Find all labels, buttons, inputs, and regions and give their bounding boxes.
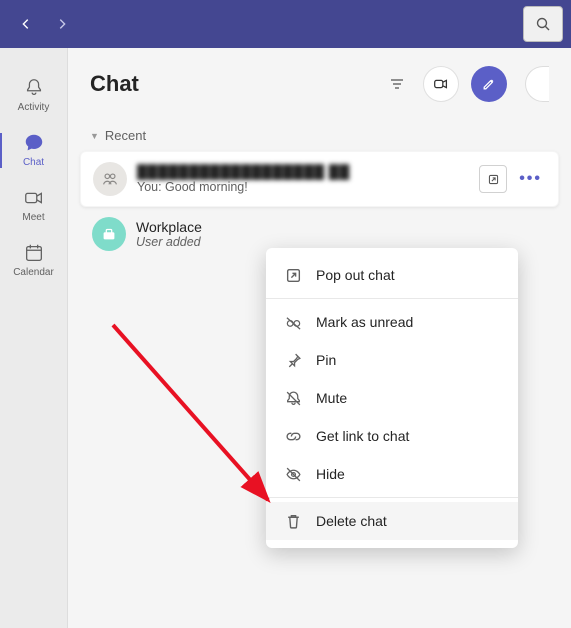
back-button[interactable] [16, 14, 36, 34]
rail-item-activity[interactable]: Activity [0, 68, 67, 123]
rail-label: Meet [22, 212, 44, 223]
forward-button[interactable] [52, 14, 72, 34]
menu-item-delete[interactable]: Delete chat [266, 502, 518, 540]
trash-icon [284, 512, 302, 530]
popout-icon [284, 266, 302, 284]
section-recent[interactable]: ▼ Recent [68, 120, 571, 151]
chat-icon [22, 131, 46, 155]
glasses-icon [284, 313, 302, 331]
bell-icon [22, 76, 46, 100]
menu-separator [266, 298, 518, 299]
link-icon [284, 427, 302, 445]
menu-separator [266, 497, 518, 498]
bell-off-icon [284, 389, 302, 407]
menu-label: Mark as unread [316, 314, 413, 330]
compose-button[interactable] [471, 66, 507, 102]
context-menu: Pop out chat Mark as unread Pin Mute Get… [266, 248, 518, 548]
video-icon [22, 186, 46, 210]
chat-name: Workplace [136, 219, 547, 235]
rail-item-calendar[interactable]: Calendar [0, 233, 67, 288]
chevron-down-icon: ▼ [90, 131, 99, 141]
menu-label: Get link to chat [316, 428, 409, 444]
rail-item-meet[interactable]: Meet [0, 178, 67, 233]
menu-label: Pop out chat [316, 267, 395, 283]
titlebar [0, 0, 571, 48]
rail-item-chat[interactable]: Chat [0, 123, 67, 178]
chat-name: ██████████████████ ██ [137, 164, 469, 180]
meet-now-button[interactable] [423, 66, 459, 102]
chat-preview: You: Good morning! [137, 180, 469, 194]
menu-item-pin[interactable]: Pin [266, 341, 518, 379]
section-label: Recent [105, 128, 146, 143]
chat-list: ██████████████████ ██ You: Good morning!… [68, 151, 571, 261]
menu-label: Mute [316, 390, 347, 406]
eye-off-icon [284, 465, 302, 483]
chat-item[interactable]: ██████████████████ ██ You: Good morning!… [80, 151, 559, 207]
rail-label: Calendar [13, 267, 54, 278]
menu-item-mute[interactable]: Mute [266, 379, 518, 417]
menu-label: Delete chat [316, 513, 387, 529]
menu-label: Hide [316, 466, 345, 482]
calendar-icon [22, 241, 46, 265]
pin-icon [284, 351, 302, 369]
popout-button[interactable] [479, 165, 507, 193]
menu-item-link[interactable]: Get link to chat [266, 417, 518, 455]
group-avatar-icon [93, 162, 127, 196]
rail-label: Activity [18, 102, 50, 113]
app-rail: Activity Chat Meet Calendar [0, 48, 68, 628]
menu-item-unread[interactable]: Mark as unread [266, 303, 518, 341]
menu-item-popout[interactable]: Pop out chat [266, 256, 518, 294]
rail-label: Chat [23, 157, 44, 168]
more-options-button[interactable]: ••• [515, 170, 546, 188]
menu-item-hide[interactable]: Hide [266, 455, 518, 493]
chat-preview: User added [136, 235, 547, 249]
search-button[interactable] [523, 6, 563, 42]
menu-label: Pin [316, 352, 336, 368]
workplace-avatar-icon [92, 217, 126, 251]
filter-button[interactable] [383, 66, 411, 102]
avatar[interactable] [525, 66, 549, 102]
chat-header: Chat [68, 48, 571, 120]
page-title: Chat [90, 71, 139, 97]
